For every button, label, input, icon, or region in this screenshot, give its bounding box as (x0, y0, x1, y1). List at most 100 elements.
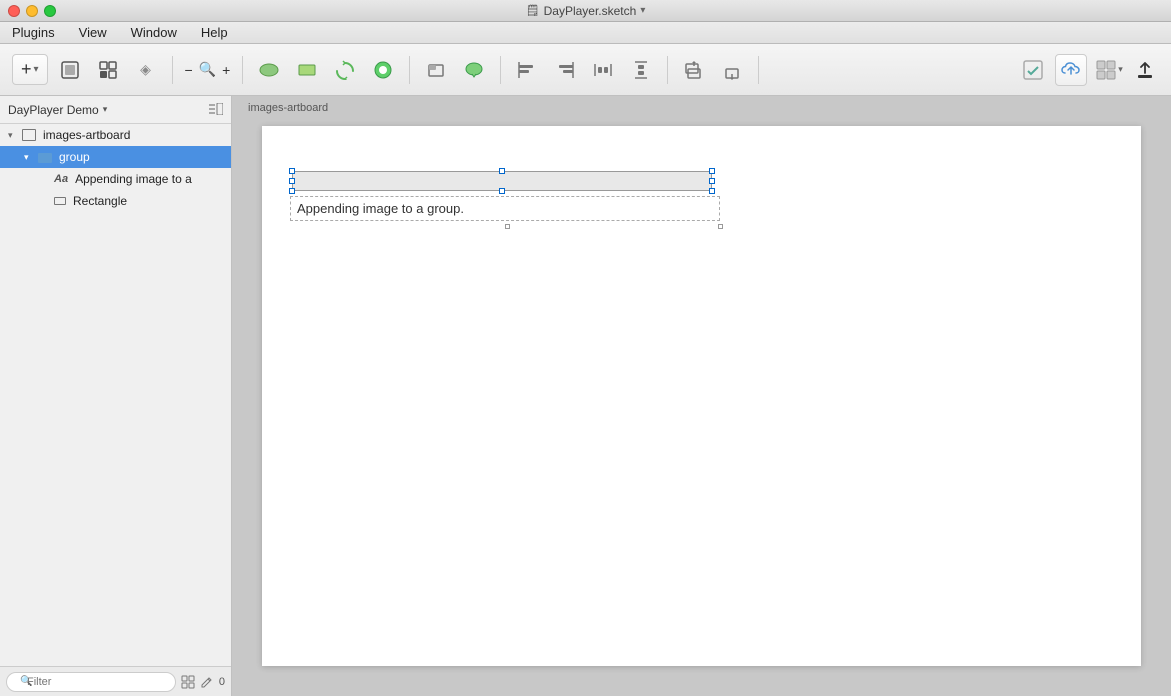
handle-top-right[interactable] (709, 168, 715, 174)
distribute-v-button[interactable] (625, 54, 657, 86)
component-view-button[interactable] (92, 54, 124, 86)
menu-bar: Plugins View Window Help (0, 22, 1171, 44)
filename-label: DayPlayer.sketch (544, 4, 637, 18)
project-dropdown-chevron: ▾ (103, 104, 108, 115)
group-label: group (59, 150, 90, 164)
speech-bubble-button[interactable] (458, 54, 490, 86)
handle-top-left[interactable] (289, 168, 295, 174)
project-name-label: DayPlayer Demo (8, 103, 99, 117)
text-element-wrapper[interactable]: Appending image to a group. (290, 196, 720, 226)
artboard-content: Appending image to a group. (262, 126, 1141, 666)
group-expand-arrow: ▾ (24, 152, 34, 163)
toolbar-sep-3 (409, 56, 410, 84)
handle-bot-right[interactable] (709, 188, 715, 194)
text-layer-label: Appending image to a (75, 172, 192, 186)
frame-tool-button[interactable] (420, 54, 452, 86)
insert-plus-icon: + (21, 59, 32, 80)
sidebar-layers: ▾ images-artboard ▾ group ▾ Aa Appending… (0, 124, 231, 666)
sidebar: DayPlayer Demo ▾ ▾ images-artboard (0, 96, 232, 696)
zoom-in-button[interactable]: + (220, 60, 232, 80)
text-element: Appending image to a group. (290, 196, 720, 221)
toolbar-sep-2 (242, 56, 243, 84)
align-right-button[interactable] (549, 54, 581, 86)
project-name[interactable]: DayPlayer Demo ▾ (8, 103, 107, 117)
layer-item-group[interactable]: ▾ group (0, 146, 231, 168)
oval-tool-button[interactable] (253, 54, 285, 86)
zoom-out-button[interactable]: − (183, 60, 195, 80)
component-icon (98, 60, 118, 80)
artboard-expand-arrow: ▾ (8, 130, 18, 141)
sidebar-toggle-icon (209, 103, 223, 115)
grid-view-button[interactable] (180, 672, 195, 692)
filter-wrapper: 🔍 (6, 672, 176, 692)
scale-up-button[interactable] (678, 54, 710, 86)
scale-down-button[interactable] (716, 54, 748, 86)
rotate-tool-button[interactable] (329, 54, 361, 86)
rectangle-element-wrapper[interactable] (292, 171, 712, 191)
text-handle-bottom-left[interactable] (505, 224, 510, 229)
handle-mid-right[interactable] (709, 178, 715, 184)
distribute-h-button[interactable] (587, 54, 619, 86)
file-icon: 🗒 (526, 4, 540, 17)
export-button[interactable] (1131, 56, 1159, 84)
layer-item-text[interactable]: ▾ Aa Appending image to a (0, 168, 231, 190)
menu-help[interactable]: Help (197, 24, 232, 41)
frame-icon (426, 60, 446, 80)
menu-view[interactable]: View (75, 24, 111, 41)
filter-search-icon: 🔍 (20, 676, 32, 687)
canvas-view-button[interactable] (54, 54, 86, 86)
scale-down-icon (722, 60, 742, 80)
align-left-button[interactable] (511, 54, 543, 86)
sidebar-toggle-button[interactable] (209, 102, 223, 118)
layer-count: 0 (219, 676, 225, 688)
vector-tool-button[interactable] (367, 54, 399, 86)
traffic-lights (8, 5, 56, 17)
close-button[interactable] (8, 5, 20, 17)
cloud-upload-icon (1061, 62, 1081, 78)
align-left-icon (517, 60, 537, 80)
menu-plugins[interactable]: Plugins (8, 24, 59, 41)
zoom-icon: 🔍 (199, 61, 216, 78)
rectangle-layer-label: Rectangle (73, 194, 127, 208)
rect-icon (297, 62, 317, 78)
symbol-button[interactable]: ◈ (130, 54, 162, 86)
align-right-icon (555, 60, 575, 80)
handle-bot-center[interactable] (499, 188, 505, 194)
maximize-button[interactable] (44, 5, 56, 17)
text-expand-arrow: ▾ (40, 174, 50, 185)
inspector-button[interactable]: ▾ (1093, 54, 1125, 86)
toolbar: + ▾ ◈ − 🔍 + (0, 44, 1171, 96)
rectangle-type-icon (54, 197, 66, 205)
mirror-button[interactable] (1017, 54, 1049, 86)
inspector-icon (1095, 59, 1117, 81)
minimize-button[interactable] (26, 5, 38, 17)
export-icon (1137, 61, 1153, 79)
cloud-upload-button[interactable] (1055, 54, 1087, 86)
speech-bubble-icon (464, 60, 484, 80)
rectangle-tool-button[interactable] (291, 54, 323, 86)
layer-item-artboard[interactable]: ▾ images-artboard (0, 124, 231, 146)
vector-icon (373, 60, 393, 80)
grid-view-icon (181, 675, 195, 689)
artboard-label: images-artboard (43, 128, 130, 142)
handle-mid-left[interactable] (289, 178, 295, 184)
toolbar-sep-6 (758, 56, 759, 84)
filename-dropdown-arrow[interactable]: ▾ (640, 5, 645, 16)
main-layout: DayPlayer Demo ▾ ▾ images-artboard (0, 96, 1171, 696)
breadcrumb: images-artboard (248, 102, 328, 114)
scale-up-icon (684, 60, 704, 80)
insert-button[interactable]: + ▾ (12, 54, 48, 85)
toolbar-sep-1 (172, 56, 173, 84)
rotate-icon (335, 60, 355, 80)
handle-top-center[interactable] (499, 168, 505, 174)
canvas-area[interactable]: images-artboard Appending (232, 96, 1171, 696)
edit-button[interactable] (199, 672, 214, 692)
artboard: Appending image to a group. (262, 126, 1141, 666)
menu-window[interactable]: Window (127, 24, 181, 41)
handle-bot-left[interactable] (289, 188, 295, 194)
layer-item-rectangle[interactable]: ▾ Rectangle (0, 190, 231, 212)
text-type-icon: Aa (54, 173, 68, 185)
canvas-icon (60, 60, 80, 80)
text-handle-bottom-right[interactable] (718, 224, 723, 229)
toolbar-sep-4 (500, 56, 501, 84)
